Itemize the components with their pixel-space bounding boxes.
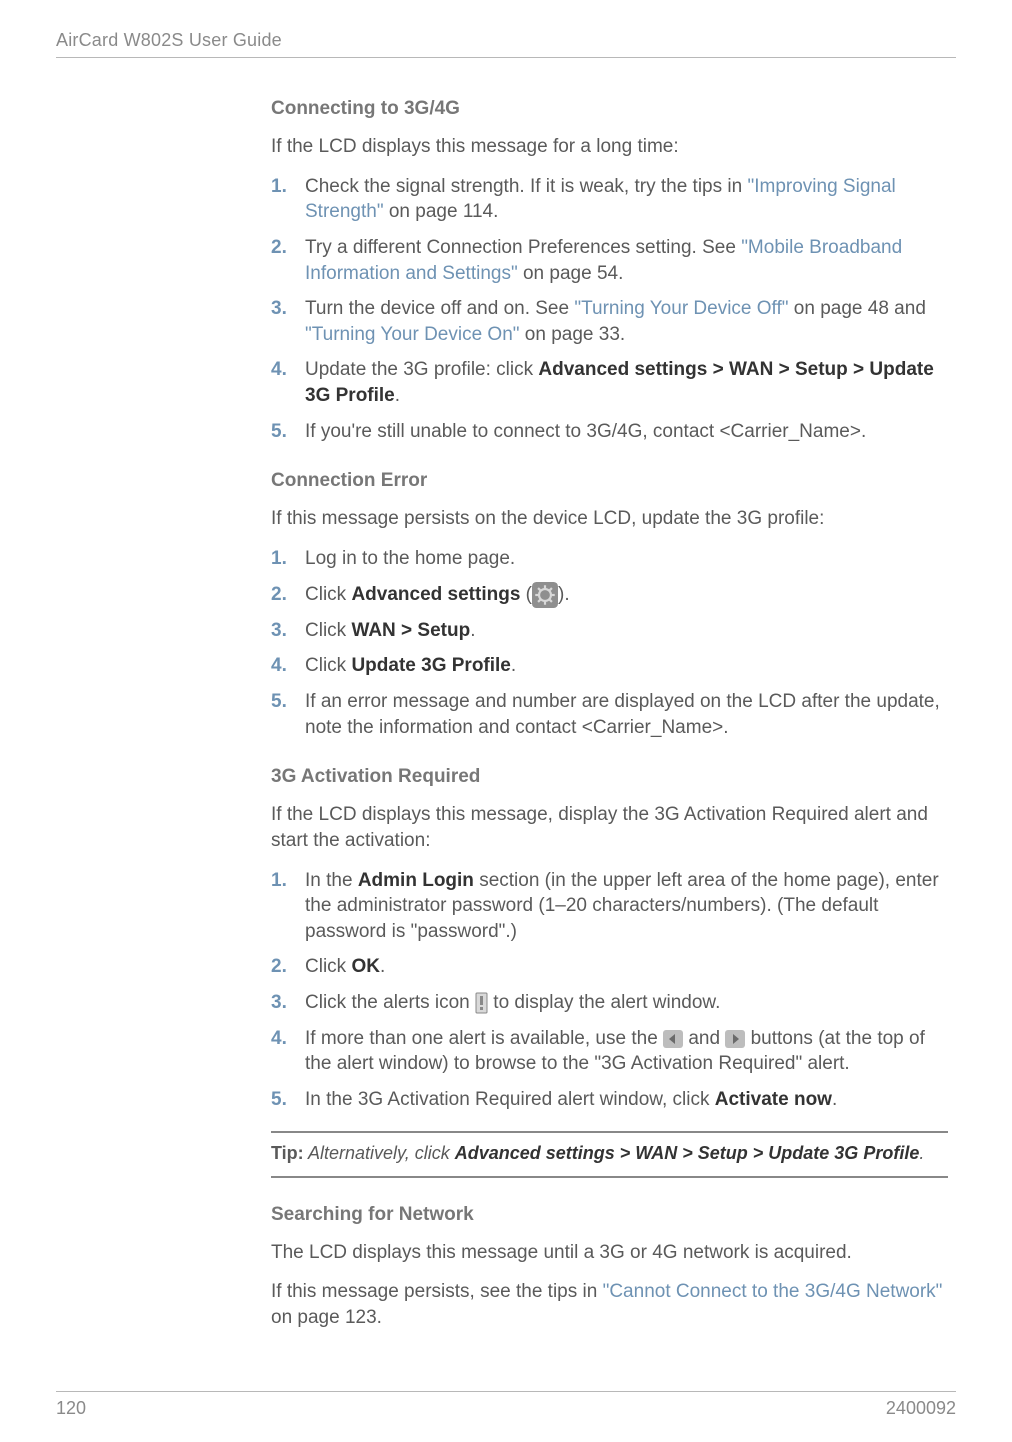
step-text: If you're still unable to connect to 3G/… bbox=[305, 421, 866, 442]
step-text: If an error message and number are displ… bbox=[305, 691, 940, 738]
step-text: on page 114. bbox=[384, 201, 499, 222]
intro-3g-activation: If the LCD displays this message, displa… bbox=[271, 802, 948, 853]
step-text: and bbox=[683, 1028, 725, 1049]
heading-connecting: Connecting to 3G/4G bbox=[271, 98, 948, 120]
text: If this message persists, see the tips i… bbox=[271, 1281, 603, 1302]
step-text: Log in to the home page. bbox=[305, 548, 515, 569]
para-searching-1: The LCD displays this message until a 3G… bbox=[271, 1240, 948, 1266]
step-text: In the 3G Activation Required alert wind… bbox=[305, 1089, 715, 1110]
intro-connection-error: If this message persists on the device L… bbox=[271, 506, 948, 532]
tip-body: . bbox=[919, 1143, 924, 1163]
step-text: Try a different Connection Preferences s… bbox=[305, 237, 741, 258]
tip-bottom-rule bbox=[271, 1176, 948, 1178]
step-text: Click the alerts icon bbox=[305, 992, 475, 1013]
tip-text: Tip: Alternatively, click Advanced setti… bbox=[271, 1133, 948, 1176]
step: 4. Update the 3G profile: click Advanced… bbox=[271, 357, 948, 408]
step-text: . bbox=[380, 956, 385, 977]
footer: 120 2400092 bbox=[56, 1391, 956, 1419]
ui-element: OK bbox=[351, 956, 380, 977]
step-text: . bbox=[832, 1089, 837, 1110]
step-number: 2. bbox=[271, 582, 287, 608]
step-number: 3. bbox=[271, 296, 287, 322]
main-content: Connecting to 3G/4G If the LCD displays … bbox=[271, 98, 948, 1331]
running-head: AirCard W802S User Guide bbox=[56, 30, 956, 51]
step-number: 5. bbox=[271, 689, 287, 715]
step-number: 4. bbox=[271, 653, 287, 679]
step-text: ). bbox=[558, 584, 570, 605]
doc-number: 2400092 bbox=[886, 1398, 956, 1419]
step-text: Check the signal strength. If it is weak… bbox=[305, 176, 747, 197]
ui-path: WAN > Setup bbox=[351, 620, 470, 641]
top-rule bbox=[56, 57, 956, 58]
step-text: on page 33. bbox=[520, 324, 626, 345]
step-text: on page 54. bbox=[518, 263, 624, 284]
steps-connection-error: 1. Log in to the home page. 2. Click Adv… bbox=[271, 546, 948, 740]
step-text: . bbox=[511, 655, 516, 676]
step-text: Click bbox=[305, 655, 351, 676]
ui-path: Advanced settings > WAN > Setup > Update… bbox=[455, 1143, 920, 1163]
step-number: 5. bbox=[271, 419, 287, 445]
step-text: . bbox=[470, 620, 475, 641]
step-number: 5. bbox=[271, 1087, 287, 1113]
step-text: to display the alert window. bbox=[488, 992, 720, 1013]
step-number: 2. bbox=[271, 954, 287, 980]
step-text: Click bbox=[305, 584, 351, 605]
step: 3. Turn the device off and on. See "Turn… bbox=[271, 296, 948, 347]
link-device-on[interactable]: "Turning Your Device On" bbox=[305, 324, 520, 345]
heading-searching-network: Searching for Network bbox=[271, 1204, 948, 1226]
step: 5. In the 3G Activation Required alert w… bbox=[271, 1087, 948, 1113]
step: 4. Click Update 3G Profile. bbox=[271, 653, 948, 679]
step: 2. Click Advanced settings (). bbox=[271, 582, 948, 608]
tip-block: Tip: Alternatively, click Advanced setti… bbox=[271, 1131, 948, 1178]
gear-icon bbox=[532, 582, 558, 608]
step-number: 4. bbox=[271, 1026, 287, 1052]
tip-label: Tip: bbox=[271, 1143, 304, 1163]
step: 2. Click OK. bbox=[271, 954, 948, 980]
step-number: 3. bbox=[271, 618, 287, 644]
step-number: 1. bbox=[271, 174, 287, 200]
step-number: 4. bbox=[271, 357, 287, 383]
ui-path: Advanced settings bbox=[351, 584, 520, 605]
alert-icon bbox=[475, 992, 488, 1014]
link-device-off[interactable]: "Turning Your Device Off" bbox=[574, 298, 788, 319]
step: 1. Check the signal strength. If it is w… bbox=[271, 174, 948, 225]
step-number: 1. bbox=[271, 868, 287, 894]
step-text: In the bbox=[305, 870, 358, 891]
arrow-right-icon bbox=[725, 1030, 745, 1048]
step: 5. If an error message and number are di… bbox=[271, 689, 948, 740]
step-text: on page 48 and bbox=[789, 298, 926, 319]
text: on page 123. bbox=[271, 1307, 382, 1328]
step: 1. Log in to the home page. bbox=[271, 546, 948, 572]
step-text: Click bbox=[305, 956, 351, 977]
arrow-left-icon bbox=[663, 1030, 683, 1048]
step: 5. If you're still unable to connect to … bbox=[271, 419, 948, 445]
step: 2. Try a different Connection Preference… bbox=[271, 235, 948, 286]
heading-3g-activation: 3G Activation Required bbox=[271, 766, 948, 788]
step-number: 3. bbox=[271, 990, 287, 1016]
step-text: Turn the device off and on. See bbox=[305, 298, 574, 319]
steps-3g-activation: 1. In the Admin Login section (in the up… bbox=[271, 868, 948, 1113]
page-number: 120 bbox=[56, 1398, 86, 1419]
intro-connecting: If the LCD displays this message for a l… bbox=[271, 134, 948, 160]
step-text: Click bbox=[305, 620, 351, 641]
step-text: If more than one alert is available, use… bbox=[305, 1028, 663, 1049]
step-number: 1. bbox=[271, 546, 287, 572]
link-cannot-connect[interactable]: "Cannot Connect to the 3G/4G Network" bbox=[603, 1281, 943, 1302]
step: 3. Click the alerts icon to display the … bbox=[271, 990, 948, 1016]
step: 4. If more than one alert is available, … bbox=[271, 1026, 948, 1077]
heading-connection-error: Connection Error bbox=[271, 470, 948, 492]
steps-connecting: 1. Check the signal strength. If it is w… bbox=[271, 174, 948, 445]
ui-element: Activate now bbox=[715, 1089, 832, 1110]
step-text: Update the 3G profile: click bbox=[305, 359, 538, 380]
step-text: ( bbox=[520, 584, 532, 605]
step-number: 2. bbox=[271, 235, 287, 261]
step: 1. In the Admin Login section (in the up… bbox=[271, 868, 948, 945]
para-searching-2: If this message persists, see the tips i… bbox=[271, 1279, 948, 1330]
ui-path: Update 3G Profile bbox=[351, 655, 510, 676]
step-text: . bbox=[395, 385, 400, 406]
step: 3. Click WAN > Setup. bbox=[271, 618, 948, 644]
ui-element: Admin Login bbox=[358, 870, 474, 891]
tip-body: Alternatively, click bbox=[304, 1143, 455, 1163]
